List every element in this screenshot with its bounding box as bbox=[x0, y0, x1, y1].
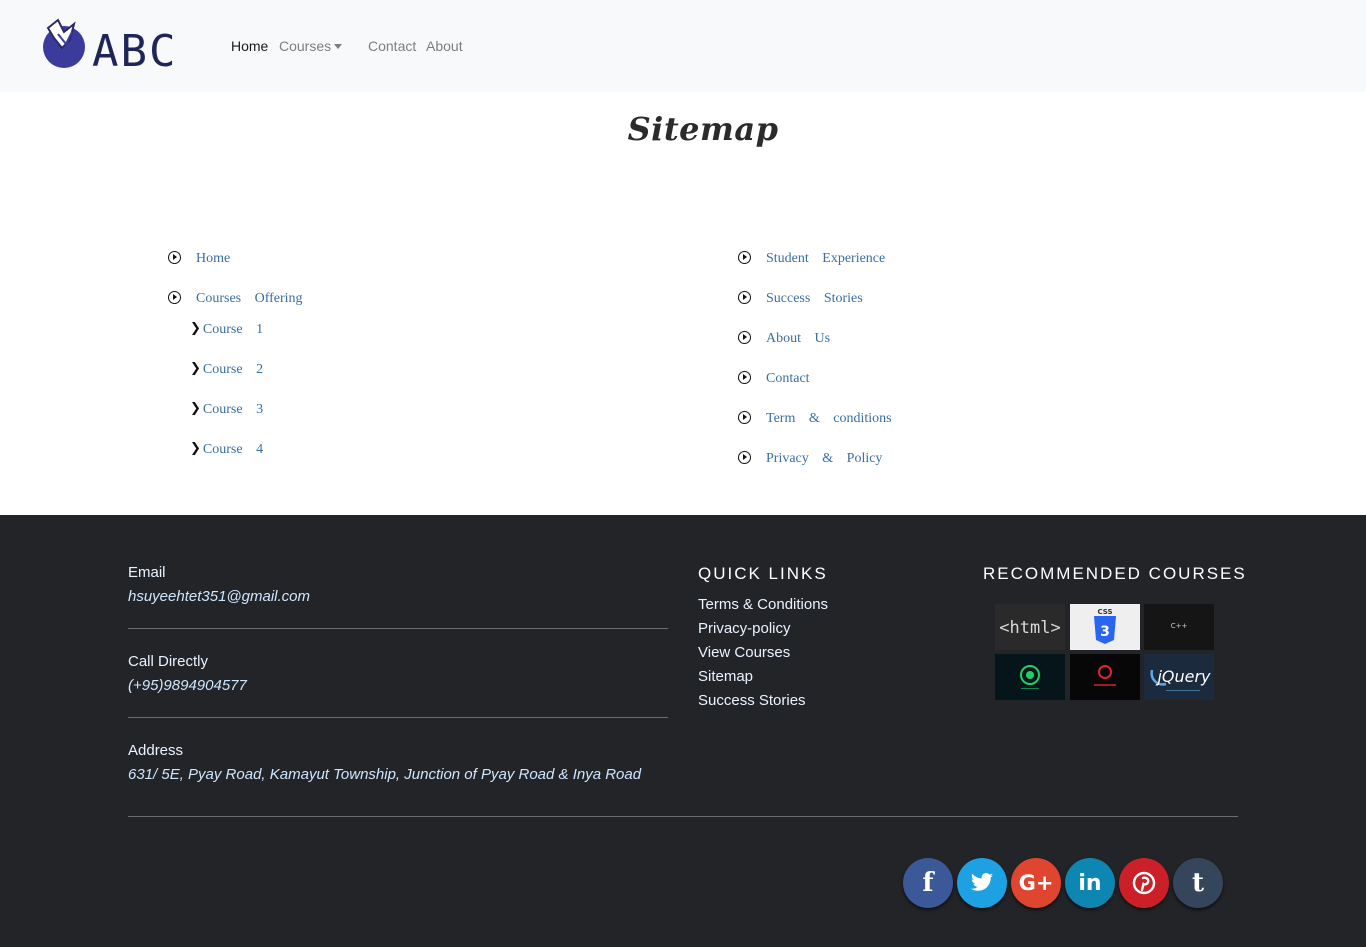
sitemap-link-success-stories[interactable]: Success Stories bbox=[738, 290, 863, 307]
quick-links-heading: QUICK LINKS bbox=[698, 564, 828, 583]
chevron-right-icon: ❯ bbox=[190, 400, 201, 416]
svg-text:jQuery: jQuery bbox=[1155, 667, 1211, 686]
jquery-course-thumbnail[interactable]: jQuery bbox=[1144, 654, 1214, 700]
sitemap-link-course-2[interactable]: ❯ Course 2 bbox=[190, 360, 263, 378]
divider bbox=[128, 717, 668, 718]
sitemap-link-course-3[interactable]: ❯ Course 3 bbox=[190, 400, 263, 418]
nav-home[interactable]: Home bbox=[231, 38, 268, 54]
play-circle-icon bbox=[168, 290, 181, 304]
green-logo-course-thumbnail[interactable] bbox=[995, 654, 1065, 700]
svg-text:C++: C++ bbox=[1171, 622, 1188, 630]
sitemap-link-student-experience[interactable]: Student Experience bbox=[738, 250, 885, 267]
chevron-right-icon: ❯ bbox=[190, 320, 201, 336]
address-label: Address bbox=[128, 742, 184, 759]
address-value: 631/ 5E, Pyay Road, Kamayut Township, Ju… bbox=[128, 766, 642, 783]
sitemap-link-home[interactable]: Home bbox=[168, 250, 230, 267]
sitemap-link-about-us[interactable]: About Us bbox=[738, 330, 830, 347]
divider bbox=[128, 628, 668, 629]
footer-divider bbox=[128, 816, 1238, 817]
sitemap-link-contact[interactable]: Contact bbox=[738, 370, 810, 387]
play-circle-icon bbox=[738, 290, 751, 304]
sitemap-link-courses-offering[interactable]: Courses Offering bbox=[168, 290, 303, 307]
chevron-right-icon: ❯ bbox=[190, 360, 201, 376]
svg-text:3: 3 bbox=[1100, 624, 1110, 640]
navbar: ABC Home Courses Contact About bbox=[0, 0, 1366, 92]
svg-text:CSS: CSS bbox=[1097, 608, 1112, 616]
tumblr-icon[interactable]: t bbox=[1173, 858, 1223, 908]
quick-link-success-stories[interactable]: Success Stories bbox=[698, 692, 806, 709]
svg-text:ABC: ABC bbox=[92, 26, 177, 72]
chevron-right-icon: ❯ bbox=[190, 440, 201, 456]
recommended-courses-heading: RECOMMENDED COURSES bbox=[983, 564, 1247, 583]
play-circle-icon bbox=[738, 250, 751, 264]
footer: Email hsuyeehtet351@gmail.com Call Direc… bbox=[0, 515, 1366, 947]
nav-about[interactable]: About bbox=[426, 38, 463, 54]
html-course-thumbnail[interactable]: <html> bbox=[995, 604, 1065, 650]
red-logo-course-thumbnail[interactable] bbox=[1070, 654, 1140, 700]
svg-text:<html>: <html> bbox=[999, 618, 1060, 638]
play-circle-icon bbox=[738, 410, 751, 424]
sitemap-link-course-4[interactable]: ❯ Course 4 bbox=[190, 440, 263, 458]
facebook-icon[interactable]: f bbox=[903, 858, 953, 908]
linkedin-icon[interactable]: in bbox=[1065, 858, 1115, 908]
quick-link-view-courses[interactable]: View Courses bbox=[698, 644, 790, 661]
quick-link-sitemap[interactable]: Sitemap bbox=[698, 668, 753, 685]
play-circle-icon bbox=[738, 370, 751, 384]
phone-link[interactable]: (+95)9894904577 bbox=[128, 677, 247, 694]
css3-course-thumbnail[interactable]: CSS 3 bbox=[1070, 604, 1140, 650]
quick-link-privacy[interactable]: Privacy-policy bbox=[698, 620, 791, 637]
nav-courses-label: Courses bbox=[279, 38, 332, 54]
caret-down-icon bbox=[334, 44, 343, 49]
play-circle-icon bbox=[738, 450, 751, 464]
twitter-icon[interactable] bbox=[957, 858, 1007, 908]
email-label: Email bbox=[128, 564, 166, 581]
sitemap-link-course-1[interactable]: ❯ Course 1 bbox=[190, 320, 263, 338]
page-title: Sitemap bbox=[627, 110, 779, 148]
brand-logo[interactable]: ABC bbox=[40, 14, 180, 72]
google-plus-icon[interactable]: G+ bbox=[1011, 858, 1061, 908]
call-label: Call Directly bbox=[128, 653, 209, 670]
play-circle-icon bbox=[168, 250, 181, 264]
quick-link-terms[interactable]: Terms & Conditions bbox=[698, 596, 828, 613]
cpp-course-thumbnail[interactable]: C++ bbox=[1144, 604, 1214, 650]
email-link[interactable]: hsuyeehtet351@gmail.com bbox=[128, 588, 310, 605]
sitemap-link-terms[interactable]: Term & conditions bbox=[738, 410, 892, 427]
nav-courses-dropdown[interactable]: Courses bbox=[279, 38, 343, 54]
pinterest-icon[interactable] bbox=[1119, 858, 1169, 908]
play-circle-icon bbox=[738, 330, 751, 344]
nav-contact[interactable]: Contact bbox=[368, 38, 416, 54]
sitemap-link-privacy[interactable]: Privacy & Policy bbox=[738, 450, 882, 467]
